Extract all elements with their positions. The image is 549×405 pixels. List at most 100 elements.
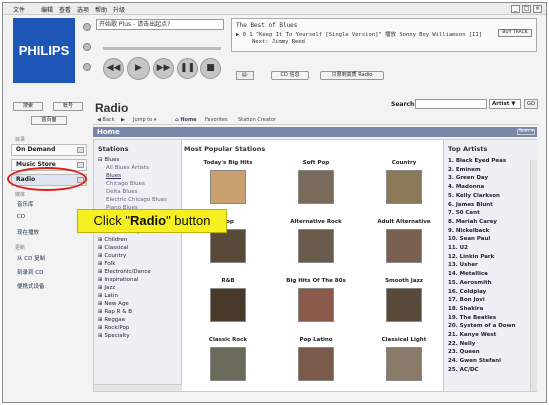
minimize-button[interactable]: _ xyxy=(511,5,520,13)
hq-radio-button[interactable]: 只限到高质 Radio xyxy=(320,71,384,80)
menu-file[interactable]: 文件 xyxy=(13,5,25,14)
search-button[interactable]: 搜索 xyxy=(13,102,43,111)
station-item[interactable]: ⊞ Reggae xyxy=(98,317,125,323)
search-scope-select[interactable]: Artist ▼ xyxy=(489,99,521,109)
favorites-link[interactable]: Favorites xyxy=(205,117,228,123)
menu-options[interactable]: 选项 xyxy=(77,5,89,14)
menu-edit[interactable]: 编辑 xyxy=(41,5,53,14)
station-item[interactable]: ⊞ Rap R & B xyxy=(98,309,132,315)
horizontal-scrollbar[interactable] xyxy=(94,384,182,391)
station-item[interactable]: ⊞ Folk xyxy=(98,261,115,267)
back-button[interactable]: ◀ Back xyxy=(97,117,115,123)
station-title[interactable]: Soft Pop xyxy=(276,160,356,166)
radio-search-input[interactable] xyxy=(415,99,487,109)
rewind-button[interactable]: ◀◀ xyxy=(103,58,124,79)
menu-upgrade[interactable]: 升级 xyxy=(113,5,125,14)
top-artist-item[interactable]: 13. Usher xyxy=(448,262,478,268)
station-photo[interactable] xyxy=(298,288,334,322)
station-title[interactable]: Big Hits Of The 80s xyxy=(276,278,356,284)
top-artist-item[interactable]: 19. The Beatles xyxy=(448,315,496,321)
vertical-scrollbar[interactable] xyxy=(530,160,537,391)
tools-menu[interactable]: Tools ▾ xyxy=(517,129,535,135)
station-item[interactable]: Chicago Blues xyxy=(106,181,145,187)
station-item[interactable]: ⊞ Latin xyxy=(98,293,118,299)
station-photo[interactable] xyxy=(210,229,246,263)
top-artist-item[interactable]: 1. Black Eyed Peas xyxy=(448,158,506,164)
station-item[interactable]: ⊞ Inspirational xyxy=(98,277,138,283)
station-photo[interactable] xyxy=(298,170,334,204)
top-artist-item[interactable]: 18. Shakira xyxy=(448,306,483,312)
top-artist-item[interactable]: 8. Mariah Carey xyxy=(448,219,497,225)
pause-button[interactable]: ❚❚ xyxy=(177,58,198,79)
top-artist-item[interactable]: 12. Linkin Park xyxy=(448,254,494,260)
station-photo[interactable] xyxy=(386,229,422,263)
top-artist-item[interactable]: 16. Coldplay xyxy=(448,289,486,295)
top-artist-item[interactable]: 2. Eminem xyxy=(448,167,481,173)
sidebar-link-rip-cd[interactable]: 从 CD 复制 xyxy=(17,254,45,262)
menu-help[interactable]: 帮助 xyxy=(95,5,107,14)
station-creator-link[interactable]: Station Creator xyxy=(238,117,276,123)
station-photo[interactable] xyxy=(210,170,246,204)
station-item[interactable]: All Blues Artists xyxy=(106,165,149,171)
top-artist-item[interactable]: 6. James Blunt xyxy=(448,202,493,208)
top-artist-item[interactable]: 11. U2 xyxy=(448,245,468,251)
station-item[interactable]: ⊟ Blues xyxy=(98,157,119,163)
stop-button[interactable]: ■ xyxy=(200,58,221,79)
maximize-button[interactable]: □ xyxy=(522,5,531,13)
home-link[interactable]: ⌂ Home xyxy=(175,117,197,123)
account-button[interactable]: 帐号 xyxy=(53,102,83,111)
close-button[interactable]: × xyxy=(533,5,542,13)
station-title[interactable]: R&B xyxy=(188,278,268,284)
top-artist-item[interactable]: 25. AC/DC xyxy=(448,367,479,373)
cd-info-button[interactable]: CD 信息 xyxy=(271,71,309,80)
top-artist-item[interactable]: 21. Kanye West xyxy=(448,332,496,338)
sidebar-item-on-demand[interactable]: On Demand xyxy=(11,144,87,156)
station-item[interactable]: ⊞ New Age xyxy=(98,301,129,307)
station-title[interactable]: Today's Big Hits xyxy=(188,160,268,166)
station-item[interactable]: ⊞ Rock/Pop xyxy=(98,325,129,331)
menu-view[interactable]: 查看 xyxy=(59,5,71,14)
station-title[interactable]: Alternative Rock xyxy=(276,219,356,225)
sidebar-link-library[interactable]: 音乐库 xyxy=(17,200,34,208)
station-item[interactable]: ⊞ Jazz xyxy=(98,285,115,291)
sidebar-link-burn-cd[interactable]: 刻录到 CD xyxy=(17,268,43,276)
station-photo[interactable] xyxy=(298,229,334,263)
jump-to-menu[interactable]: Jump to ▾ xyxy=(133,117,156,123)
balance-knob[interactable] xyxy=(83,43,91,51)
sidebar-link-portable[interactable]: 便携式设备 xyxy=(17,282,45,290)
station-item[interactable]: Electric Chicago Blues xyxy=(106,197,167,203)
station-title[interactable]: Classical Light xyxy=(364,337,444,343)
station-item[interactable]: ⊞ Classical xyxy=(98,245,128,251)
top-artist-item[interactable]: 17. Bon Jovi xyxy=(448,297,485,303)
station-photo[interactable] xyxy=(210,347,246,381)
station-photo[interactable] xyxy=(298,347,334,381)
volume-slider[interactable] xyxy=(83,21,91,71)
forward-button[interactable]: ▶▶ xyxy=(153,58,174,79)
station-photo[interactable] xyxy=(386,288,422,322)
sidebar-link-cd[interactable]: CD xyxy=(17,214,25,220)
top-artist-item[interactable]: 24. Gwen Stefani xyxy=(448,358,501,364)
station-item[interactable]: ⊞ Specialty xyxy=(98,333,130,339)
top-artist-item[interactable]: 7. 50 Cent xyxy=(448,210,480,216)
player-search-field[interactable]: 开始歌 Plus - 请击出起点? xyxy=(96,19,224,30)
station-title[interactable]: Country xyxy=(364,160,444,166)
view-menu-button[interactable]: ▤· xyxy=(236,71,254,80)
station-item[interactable]: ⊞ Children xyxy=(98,237,127,243)
station-title[interactable]: Classic Rock xyxy=(188,337,268,343)
top-artist-item[interactable]: 10. Sean Paul xyxy=(448,236,490,242)
station-item[interactable]: Delta Blues xyxy=(106,189,137,195)
top-artist-item[interactable]: 14. Metallica xyxy=(448,271,488,277)
top-artist-item[interactable]: 4. Madonna xyxy=(448,184,484,190)
station-item[interactable]: ⊞ Country xyxy=(98,253,126,259)
top-artist-item[interactable]: 22. Nelly xyxy=(448,341,475,347)
forward-nav-button[interactable]: ▶ xyxy=(121,117,125,123)
progress-bar[interactable] xyxy=(103,47,221,50)
sidebar-link-now-playing[interactable]: 现在播放 xyxy=(17,228,39,236)
home-page-button[interactable]: 首页面 xyxy=(31,116,67,125)
buy-track-button[interactable]: BUY TRACK xyxy=(498,29,532,37)
top-artist-item[interactable]: 5. Kelly Clarkson xyxy=(448,193,500,199)
top-artist-item[interactable]: 23. Queen xyxy=(448,349,480,355)
station-photo[interactable] xyxy=(386,347,422,381)
volume-knob[interactable] xyxy=(83,23,91,31)
top-artist-item[interactable]: 20. System of a Down xyxy=(448,323,516,329)
